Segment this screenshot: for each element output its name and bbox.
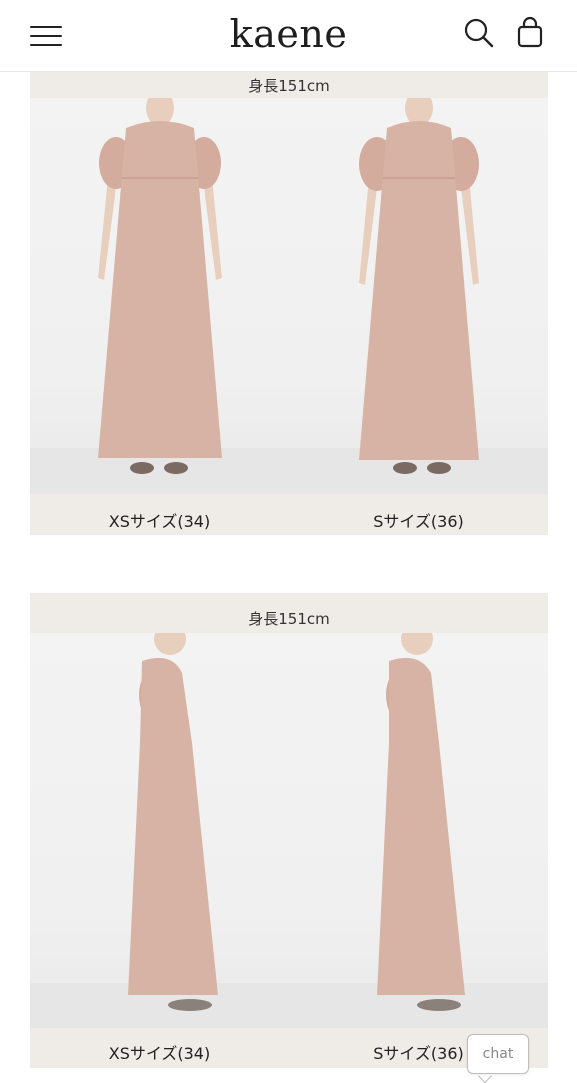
shopping-bag-icon (517, 16, 543, 48)
size-comparison-side: 身長151cm XSサイズ(34) Sサイズ(36) (30, 593, 548, 1068)
search-button[interactable] (462, 16, 496, 50)
cart-button[interactable] (512, 14, 548, 50)
site-header: kaene (0, 0, 577, 72)
model-photo-side-s (289, 633, 548, 1028)
size-caption: XSサイズ(34) (108, 512, 211, 531)
search-icon (464, 18, 494, 48)
model-photo-front-xs (30, 98, 289, 494)
size-caption: Sサイズ(36) (373, 512, 464, 531)
size-comparison-front: 身長151cm XSサイズ(34) Sサイズ(36) (30, 72, 548, 535)
chat-label: chat (482, 1046, 514, 1062)
size-caption: XSサイズ(34) (108, 1044, 211, 1063)
model-photo-side-xs (30, 633, 289, 1028)
model-photo-front-s (289, 98, 548, 494)
section-title: 身長151cm (248, 77, 330, 95)
chat-button[interactable]: chat (467, 1034, 529, 1074)
section-title: 身長151cm (248, 610, 330, 628)
